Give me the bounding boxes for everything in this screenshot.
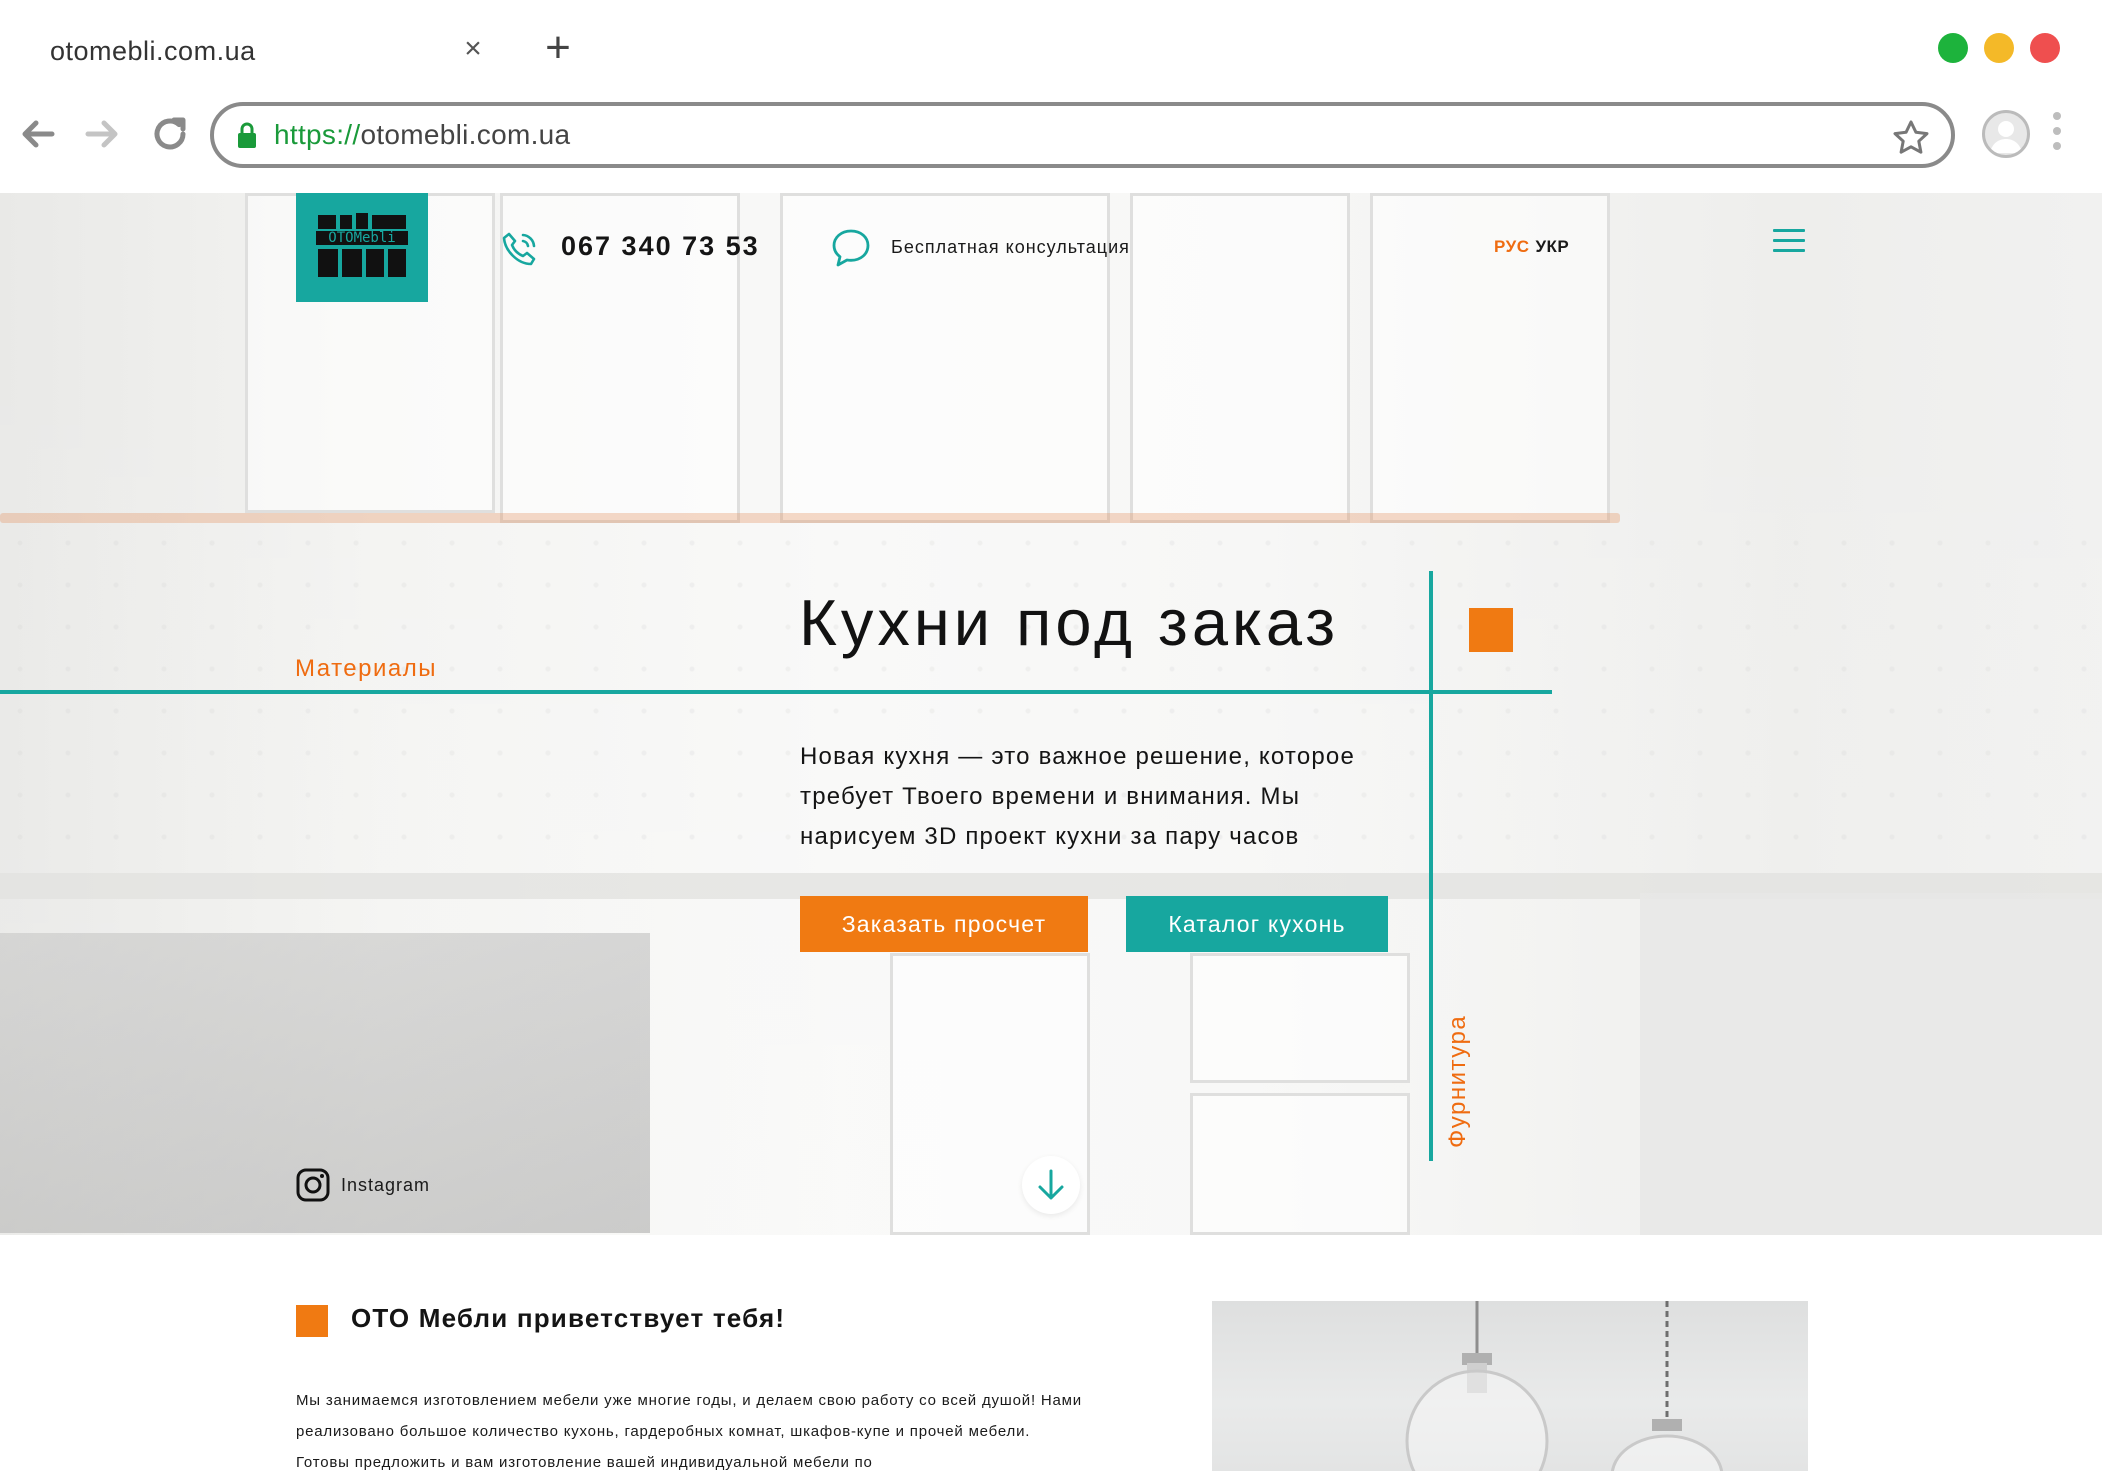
window-maximize-button[interactable] [1938, 33, 1968, 63]
address-bar[interactable]: https://otomebli.com.ua [210, 102, 1955, 168]
vertical-accent-line [1429, 571, 1433, 1161]
tab-close-button[interactable]: × [460, 34, 486, 64]
url-host: otomebli.com.ua [360, 119, 571, 150]
horizontal-accent-line [0, 690, 1552, 694]
bg-cabinet [1370, 193, 1610, 523]
browser-chrome: otomebli.com.ua × + https://otomebli.com… [0, 0, 2102, 193]
bg-island [1640, 893, 2102, 1235]
welcome-title: ОТО Мебли приветствует тебя! [351, 1303, 786, 1333]
forward-button[interactable] [80, 112, 124, 156]
materials-label[interactable]: Материалы [295, 655, 437, 683]
bg-cabinet [1130, 193, 1350, 523]
scroll-down-button[interactable] [1022, 1156, 1080, 1214]
hero-description: Новая кухня — это важное решение, которо… [800, 743, 1356, 850]
burger-menu-icon[interactable] [1773, 229, 1805, 255]
reload-icon [154, 117, 186, 150]
kebab-menu-icon[interactable] [2052, 112, 2062, 156]
tab-title[interactable]: otomebli.com.ua [50, 36, 256, 67]
window-minimize-button[interactable] [1984, 33, 2014, 63]
profile-silhouette [1990, 121, 2022, 153]
orange-accent-square [1469, 608, 1513, 652]
back-arrow-icon [22, 120, 55, 148]
phone-icon[interactable] [500, 229, 540, 269]
bg-wood-trim [0, 513, 1620, 523]
bg-cabinet [1190, 953, 1410, 1083]
new-tab-button[interactable]: + [540, 26, 576, 70]
lang-uk[interactable]: УКР [1535, 237, 1569, 256]
star-icon[interactable] [1891, 118, 1931, 158]
reload-button[interactable] [148, 112, 192, 156]
logo-furniture-icon [318, 213, 406, 277]
welcome-text: Мы занимаемся изготовлением мебели уже м… [296, 1392, 1082, 1471]
bg-cabinet [1190, 1093, 1410, 1235]
logo-text: OTOMebli [316, 231, 408, 245]
back-button[interactable] [16, 112, 60, 156]
instagram-icon[interactable] [296, 1168, 330, 1202]
hardware-label[interactable]: Фурнитура [1444, 1015, 1472, 1148]
address-url: https://otomebli.com.ua [274, 119, 570, 151]
kitchen-catalog-button[interactable]: Каталог кухонь [1126, 896, 1388, 952]
language-switcher: РУС УКР [1494, 237, 1569, 257]
url-scheme: https:// [274, 119, 361, 150]
phone-number[interactable]: 067 340 73 53 [561, 231, 760, 262]
hero-section: OTOMebli 067 340 73 53 Бесплатная консул… [0, 193, 2102, 1235]
free-consultation-link[interactable]: Бесплатная консультация [891, 237, 1130, 258]
chat-icon[interactable] [830, 227, 872, 269]
welcome-accent-square [296, 1305, 328, 1337]
lang-ru[interactable]: РУС [1494, 237, 1529, 256]
instagram-link[interactable]: Instagram [341, 1175, 430, 1196]
interior-photo [1212, 1301, 1808, 1471]
page-root: otomebli.com.ua × + https://otomebli.com… [0, 0, 2102, 1471]
arrow-down-icon [1038, 1169, 1064, 1200]
order-calculation-button[interactable]: Заказать просчет [800, 896, 1088, 952]
profile-icon[interactable] [1982, 110, 2030, 158]
hero-title: Кухни под заказ [799, 586, 1340, 659]
lock-icon [238, 122, 256, 148]
pendant-lamps-image [1405, 1301, 1724, 1471]
site-logo[interactable]: OTOMebli [296, 193, 428, 302]
forward-arrow-icon [85, 120, 118, 148]
window-close-button[interactable] [2030, 33, 2060, 63]
